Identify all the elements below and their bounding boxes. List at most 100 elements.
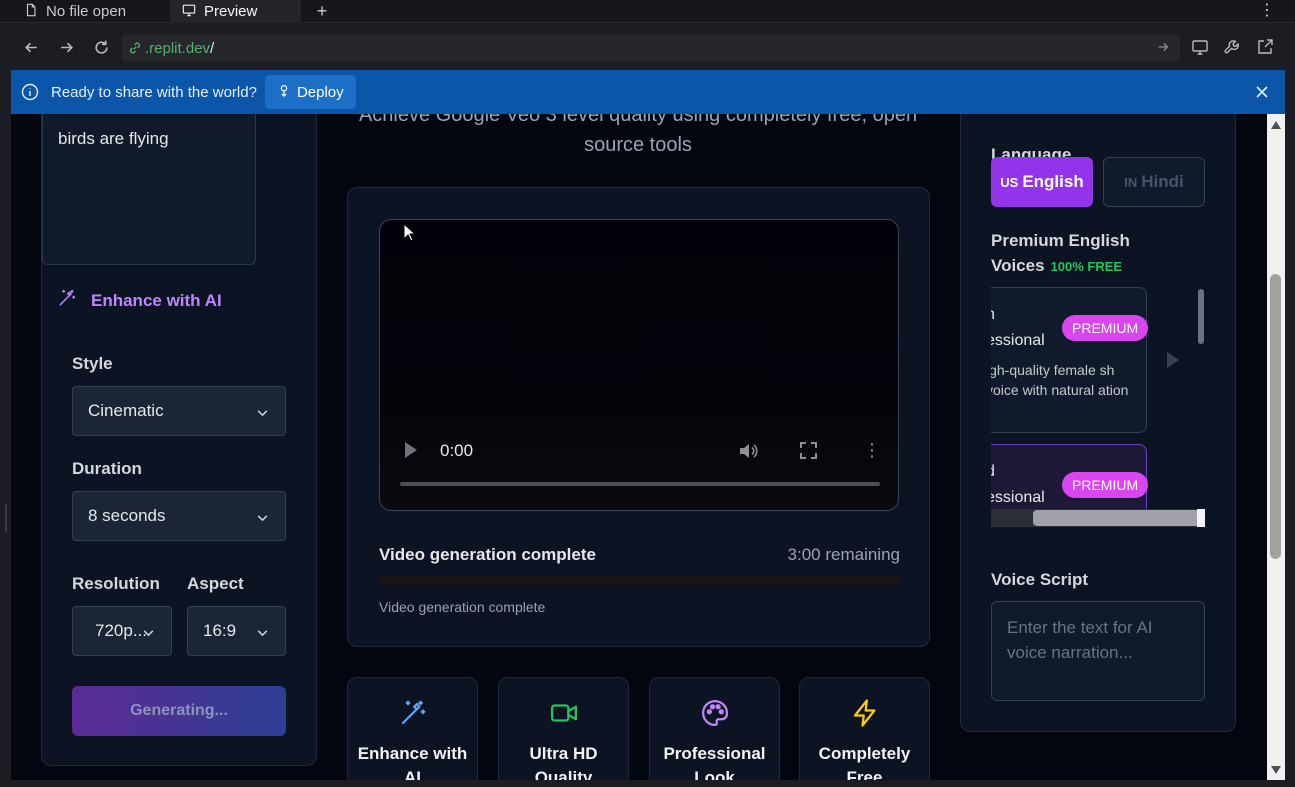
window-gutter bbox=[0, 114, 11, 787]
enhance-label: Enhance with AI bbox=[91, 290, 222, 310]
aspect-value: 16:9 bbox=[203, 621, 237, 640]
voice-name-line: d bbox=[991, 459, 995, 485]
tab-label: Preview bbox=[204, 3, 258, 20]
duration-select[interactable]: 8 seconds bbox=[72, 491, 286, 541]
forward-arrow-icon[interactable] bbox=[55, 36, 77, 58]
mouse-cursor-icon bbox=[403, 223, 417, 242]
info-icon bbox=[21, 83, 39, 101]
play-voice-icon[interactable] bbox=[1167, 352, 1179, 368]
premium-badge: PREMIUM bbox=[1062, 472, 1149, 498]
style-value: Cinematic bbox=[88, 401, 164, 420]
url-path: / bbox=[210, 39, 215, 57]
browser-tab-bar: No file open Preview + ⋮ bbox=[0, 0, 1295, 23]
page-subtitle: Achieve Google Veo 3 level quality using… bbox=[358, 114, 918, 156]
voices-list[interactable]: h essional PREMIUM igh-quality female sh… bbox=[991, 287, 1205, 527]
preview-viewport: birds are flying Enhance with AI Style C… bbox=[11, 114, 1267, 780]
page-scrollbar[interactable] bbox=[1267, 114, 1285, 780]
voice-name-line: essional bbox=[991, 489, 1045, 506]
scrollbar-thumb[interactable] bbox=[1198, 289, 1204, 344]
chevron-down-icon bbox=[256, 625, 269, 638]
scroll-down-arrow-icon[interactable] bbox=[1271, 766, 1281, 774]
scroll-up-arrow-icon[interactable] bbox=[1271, 121, 1281, 129]
video-player[interactable]: 0:00 ⋮ bbox=[379, 219, 899, 511]
style-label: Style bbox=[72, 354, 113, 373]
new-tab-button[interactable]: + bbox=[312, 0, 332, 23]
scrollbar-corner bbox=[1197, 509, 1205, 527]
generate-button[interactable]: Generating... bbox=[72, 686, 286, 736]
language-hindi-button[interactable]: IN Hindi bbox=[1103, 157, 1205, 207]
premium-badge: PREMIUM bbox=[1062, 315, 1149, 341]
deploy-button[interactable]: Deploy bbox=[264, 75, 356, 109]
file-icon bbox=[24, 3, 38, 21]
url-domain: .replit.dev bbox=[145, 39, 211, 57]
more-options-icon[interactable]: ⋮ bbox=[1259, 0, 1275, 20]
status-title: Video generation complete bbox=[379, 545, 596, 564]
voices-horizontal-scrollbar[interactable] bbox=[991, 509, 1205, 527]
flag-us: US bbox=[1000, 174, 1019, 190]
flag-in: IN bbox=[1124, 174, 1138, 190]
magic-wand-icon bbox=[57, 288, 77, 313]
open-url-arrow-icon[interactable] bbox=[1156, 40, 1170, 58]
free-badge: 100% FREE bbox=[1050, 259, 1123, 274]
fullscreen-icon[interactable] bbox=[800, 442, 817, 459]
aspect-label: Aspect bbox=[187, 574, 244, 593]
url-toolbar: .replit.dev / bbox=[0, 24, 1295, 70]
devices-icon[interactable] bbox=[1190, 37, 1210, 57]
chevron-down-icon bbox=[142, 625, 155, 638]
feature-card-ultra-hd: Ultra HD Quality bbox=[498, 677, 629, 780]
back-arrow-icon[interactable] bbox=[20, 36, 42, 58]
tab-preview[interactable]: Preview bbox=[170, 0, 301, 23]
video-card: 0:00 ⋮ Video generation complete 3:00 re… bbox=[347, 187, 930, 647]
prompt-textarea[interactable]: birds are flying bbox=[42, 114, 256, 265]
voice-name-line: h bbox=[991, 302, 995, 328]
voice-card[interactable]: h essional PREMIUM igh-quality female sh… bbox=[991, 287, 1149, 433]
tab-no-file-open[interactable]: No file open bbox=[12, 0, 168, 23]
voice-description: igh-quality female sh voice with natural… bbox=[991, 362, 1129, 398]
deploy-label: Deploy bbox=[296, 83, 344, 101]
chevron-down-icon bbox=[256, 510, 269, 523]
resolution-label: Resolution bbox=[72, 574, 160, 593]
volume-icon[interactable] bbox=[738, 442, 758, 460]
window-bottom-edge bbox=[0, 780, 1295, 787]
voice-panel: Language US English IN Hindi Premium Eng… bbox=[960, 114, 1236, 732]
seek-bar[interactable] bbox=[400, 482, 880, 486]
voice-script-textarea[interactable]: Enter the text for AI voice narration... bbox=[991, 601, 1205, 701]
play-icon[interactable] bbox=[405, 442, 417, 458]
close-icon[interactable] bbox=[1253, 83, 1271, 101]
scrollbar-thumb[interactable] bbox=[1033, 510, 1199, 526]
reload-icon[interactable] bbox=[90, 36, 112, 58]
feature-label: Completely Free bbox=[818, 744, 911, 780]
voices-vertical-scrollbar[interactable] bbox=[1197, 287, 1205, 509]
tab-label: No file open bbox=[46, 3, 127, 20]
progress-bar bbox=[379, 576, 900, 585]
feature-card-free: Completely Free bbox=[799, 677, 930, 780]
status-remaining: 3:00 remaining bbox=[787, 545, 900, 564]
generation-status: Video generation complete 3:00 remaining bbox=[379, 545, 900, 565]
open-new-window-icon[interactable] bbox=[1255, 37, 1275, 57]
feature-card-professional: Professional Look bbox=[649, 677, 780, 780]
aspect-select[interactable]: 16:9 bbox=[187, 606, 286, 656]
chevron-down-icon bbox=[256, 405, 269, 418]
voice-script-label: Voice Script bbox=[991, 570, 1088, 589]
duration-label: Duration bbox=[72, 459, 142, 478]
status-subtext: Video generation complete bbox=[379, 599, 546, 615]
wrench-icon[interactable] bbox=[1222, 37, 1242, 57]
scrollbar-thumb[interactable] bbox=[1270, 274, 1281, 559]
resolution-select[interactable]: 720p... bbox=[72, 606, 172, 656]
resize-handle[interactable] bbox=[5, 504, 7, 532]
monitor-icon bbox=[182, 3, 196, 21]
voice-name-line: essional bbox=[991, 332, 1045, 349]
style-select[interactable]: Cinematic bbox=[72, 386, 286, 436]
feature-label: Professional Look bbox=[663, 744, 766, 780]
player-more-icon[interactable]: ⋮ bbox=[863, 440, 881, 460]
player-time: 0:00 bbox=[440, 441, 474, 460]
language-english-button[interactable]: US English bbox=[991, 157, 1093, 207]
lang-label: Hindi bbox=[1141, 172, 1184, 191]
deploy-banner: Ready to share with the world? Deploy bbox=[11, 70, 1285, 114]
deploy-icon bbox=[277, 83, 291, 101]
feature-card-enhance: Enhance with AI bbox=[347, 677, 478, 780]
enhance-with-ai-button[interactable]: Enhance with AI bbox=[57, 288, 222, 313]
duration-value: 8 seconds bbox=[88, 506, 166, 525]
url-field[interactable]: .replit.dev / bbox=[122, 34, 1180, 62]
feature-label: Enhance with AI bbox=[357, 744, 468, 780]
